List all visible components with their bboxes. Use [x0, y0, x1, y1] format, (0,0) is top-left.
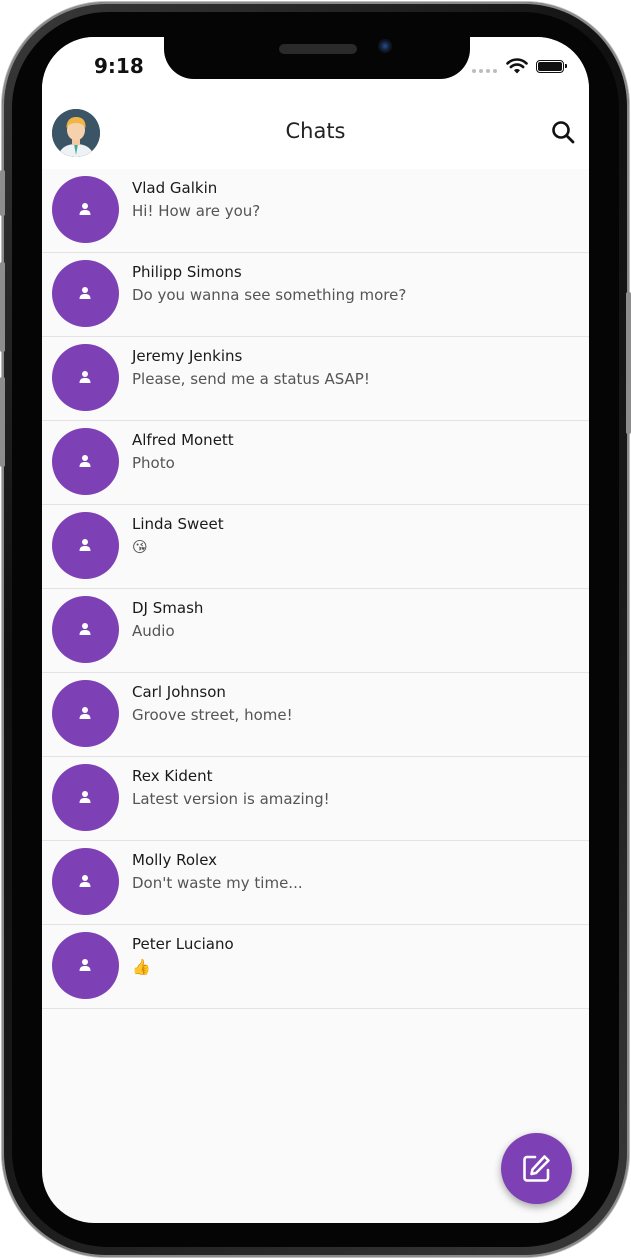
- person-icon: [79, 791, 91, 803]
- battery-icon: [536, 60, 567, 73]
- chat-list: Vlad Galkin Hi! How are you? Philipp Sim…: [42, 169, 589, 1009]
- chat-item[interactable]: Molly Rolex Don't waste my time...: [42, 841, 589, 925]
- chat-message: 👍: [132, 958, 151, 976]
- contact-avatar: [52, 596, 119, 663]
- person-icon: [79, 539, 91, 551]
- notch: [164, 37, 470, 79]
- person-icon: [79, 959, 91, 971]
- new-chat-button[interactable]: [501, 1133, 572, 1204]
- contact-avatar: [52, 344, 119, 411]
- chat-item[interactable]: DJ Smash Audio: [42, 589, 589, 673]
- signal-icon: [472, 69, 498, 73]
- volume-up-button: [0, 262, 5, 352]
- person-icon: [79, 875, 91, 887]
- chat-message: Do you wanna see something more?: [132, 286, 407, 304]
- contact-avatar: [52, 680, 119, 747]
- chat-message: Latest version is amazing!: [132, 790, 330, 808]
- chat-name: Peter Luciano: [132, 935, 234, 953]
- person-icon: [79, 707, 91, 719]
- chat-name: Alfred Monett: [132, 431, 234, 449]
- contact-avatar: [52, 428, 119, 495]
- person-icon: [79, 203, 91, 215]
- status-time: 9:18: [94, 54, 144, 78]
- chat-name: Rex Kident: [132, 767, 213, 785]
- chat-name: Jeremy Jenkins: [132, 347, 243, 365]
- chat-message: Photo: [132, 454, 175, 472]
- chat-name: Molly Rolex: [132, 851, 218, 869]
- chat-message: Please, send me a status ASAP!: [132, 370, 370, 388]
- silent-switch: [0, 170, 5, 216]
- wifi-icon: [506, 58, 528, 74]
- chat-message: Audio: [132, 622, 175, 640]
- search-icon[interactable]: [550, 119, 576, 145]
- app-bar: Chats: [42, 99, 589, 169]
- screen: 9:18 Chats Vlad Galkin Hi! How are you? …: [42, 37, 589, 1223]
- contact-avatar: [52, 512, 119, 579]
- contact-avatar: [52, 932, 119, 999]
- contact-avatar: [52, 176, 119, 243]
- chat-item[interactable]: Rex Kident Latest version is amazing!: [42, 757, 589, 841]
- page-title: Chats: [285, 119, 346, 143]
- chat-name: Linda Sweet: [132, 515, 224, 533]
- chat-item[interactable]: Philipp Simons Do you wanna see somethin…: [42, 253, 589, 337]
- edit-icon: [523, 1155, 550, 1182]
- person-icon: [79, 287, 91, 299]
- chat-message: Hi! How are you?: [132, 202, 261, 220]
- chat-item[interactable]: Linda Sweet 😘: [42, 505, 589, 589]
- chat-message: Groove street, home!: [132, 706, 293, 724]
- contact-avatar: [52, 848, 119, 915]
- chat-name: Carl Johnson: [132, 683, 226, 701]
- contact-avatar: [52, 764, 119, 831]
- chat-item[interactable]: Peter Luciano 👍: [42, 925, 589, 1009]
- chat-item[interactable]: Vlad Galkin Hi! How are you?: [42, 169, 589, 253]
- power-button: [626, 292, 631, 434]
- status-icons: [472, 57, 572, 77]
- chat-name: Vlad Galkin: [132, 179, 218, 197]
- volume-down-button: [0, 377, 5, 467]
- contact-avatar: [52, 260, 119, 327]
- front-camera: [378, 39, 392, 53]
- chat-item[interactable]: Carl Johnson Groove street, home!: [42, 673, 589, 757]
- chat-name: Philipp Simons: [132, 263, 242, 281]
- speaker: [279, 44, 357, 54]
- chat-message: 😘: [132, 538, 148, 556]
- person-icon: [79, 455, 91, 467]
- person-icon: [79, 371, 91, 383]
- chat-message: Don't waste my time...: [132, 874, 303, 892]
- chat-name: DJ Smash: [132, 599, 204, 617]
- chat-item[interactable]: Jeremy Jenkins Please, send me a status …: [42, 337, 589, 421]
- chat-item[interactable]: Alfred Monett Photo: [42, 421, 589, 505]
- person-icon: [79, 623, 91, 635]
